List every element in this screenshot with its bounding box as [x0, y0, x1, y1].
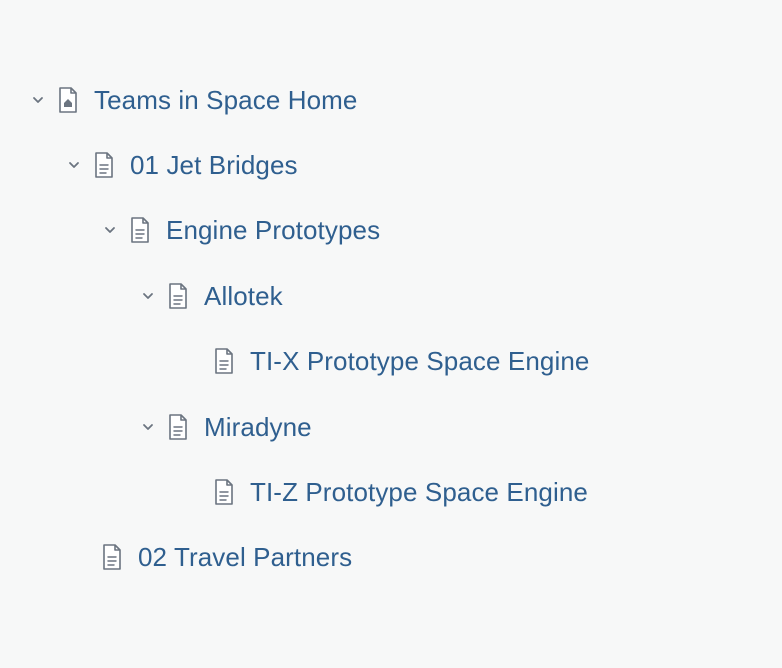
tree-item-label[interactable]: Engine Prototypes: [166, 215, 380, 246]
page-icon: [164, 411, 192, 443]
page-icon: [126, 214, 154, 246]
home-page-icon: [54, 84, 82, 116]
page-tree: Teams in Space Home 01 Jet Bridges Engin…: [0, 0, 782, 668]
chevron-down-icon[interactable]: [138, 417, 158, 437]
chevron-down-icon[interactable]: [100, 220, 120, 240]
tree-item-ti-z-prototype-space-engine[interactable]: TI-Z Prototype Space Engine: [210, 470, 588, 514]
tree-item-label[interactable]: 02 Travel Partners: [138, 542, 352, 573]
tree-item-label[interactable]: Allotek: [204, 281, 283, 312]
tree-item-label[interactable]: Teams in Space Home: [94, 85, 357, 116]
tree-item-01-jet-bridges[interactable]: 01 Jet Bridges: [64, 143, 298, 187]
chevron-down-icon[interactable]: [64, 155, 84, 175]
tree-item-label[interactable]: TI-X Prototype Space Engine: [250, 346, 589, 377]
tree-item-engine-prototypes[interactable]: Engine Prototypes: [100, 208, 380, 252]
tree-item-allotek[interactable]: Allotek: [138, 274, 283, 318]
tree-item-label[interactable]: TI-Z Prototype Space Engine: [250, 477, 588, 508]
tree-item-teams-in-space-home[interactable]: Teams in Space Home: [28, 78, 357, 122]
page-icon: [210, 345, 238, 377]
page-icon: [210, 476, 238, 508]
tree-item-label[interactable]: Miradyne: [204, 412, 312, 443]
chevron-down-icon[interactable]: [138, 286, 158, 306]
tree-item-02-travel-partners[interactable]: 02 Travel Partners: [98, 535, 352, 579]
tree-item-miradyne[interactable]: Miradyne: [138, 405, 312, 449]
chevron-down-icon[interactable]: [28, 90, 48, 110]
page-icon: [98, 541, 126, 573]
tree-item-ti-x-prototype-space-engine[interactable]: TI-X Prototype Space Engine: [210, 339, 589, 383]
page-icon: [90, 149, 118, 181]
tree-item-label[interactable]: 01 Jet Bridges: [130, 150, 298, 181]
page-icon: [164, 280, 192, 312]
